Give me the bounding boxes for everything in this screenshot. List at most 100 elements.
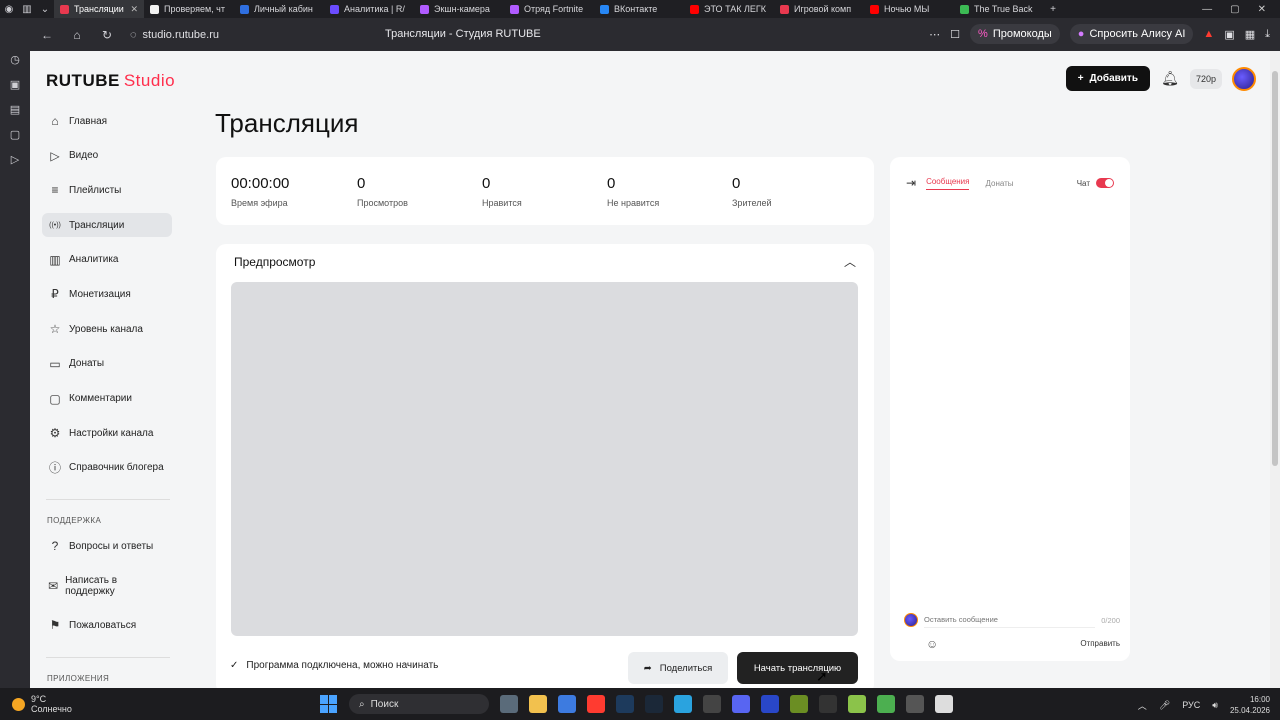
add-button[interactable]: + Добавить xyxy=(1065,66,1150,91)
minecraft-icon[interactable] xyxy=(877,695,895,713)
play-icon[interactable]: ▷ xyxy=(11,153,19,166)
extensions-icon[interactable]: ▦ xyxy=(1245,28,1255,41)
tab-donations[interactable]: Донаты xyxy=(985,179,1013,188)
url-field[interactable]: ◌ studio.rutube.ru xyxy=(130,29,219,41)
notes-icon[interactable] xyxy=(848,695,866,713)
explorer-icon[interactable] xyxy=(529,695,547,713)
close-tab-icon[interactable]: ✕ xyxy=(130,4,138,15)
steam-icon[interactable] xyxy=(645,695,663,713)
browser-tab[interactable]: Ночью МЫ xyxy=(864,0,954,18)
promo-button[interactable]: % Промокоды xyxy=(970,24,1060,44)
yandex-browser-icon[interactable] xyxy=(587,695,605,713)
emoji-icon[interactable]: ☺ xyxy=(926,637,938,651)
clock[interactable]: 16:00 25.04.2026 xyxy=(1230,694,1270,716)
avatar[interactable] xyxy=(1232,66,1256,91)
stat-item: 0 Нравится xyxy=(482,175,522,208)
minimize-icon[interactable]: — xyxy=(1202,4,1212,15)
collapse-chat-icon[interactable]: ⇥ xyxy=(906,176,916,190)
sidebar-item-label: Комментарии xyxy=(69,393,132,404)
history-icon[interactable]: ◷ xyxy=(10,53,20,66)
tab-list-icon[interactable]: ⌄ xyxy=(36,0,54,18)
panel-app-icon[interactable]: ▣ xyxy=(10,78,20,91)
taskbar-search[interactable]: ⌕ Поиск xyxy=(349,694,489,714)
volume-icon[interactable]: 🔊︎ xyxy=(1212,700,1218,711)
chevron-up-icon[interactable]: ︿ xyxy=(844,253,856,270)
language-indicator[interactable]: РУС xyxy=(1182,700,1200,710)
sidebar-item-3[interactable]: ((•)) Трансляции xyxy=(42,213,172,238)
sidebar-item-7[interactable]: ▭ Донаты xyxy=(42,352,172,376)
browser-tab[interactable]: Трансляции ✕ xyxy=(54,0,144,18)
browser-tab[interactable]: Проверяем, чт xyxy=(144,0,234,18)
stat-value: 0 xyxy=(357,175,366,192)
sidebar-item-2[interactable]: ⚑ Пожаловаться xyxy=(42,613,172,637)
bell-icon[interactable]: 🔔︎ xyxy=(1160,70,1180,87)
chat-message-input[interactable] xyxy=(924,612,1096,628)
app-icon[interactable] xyxy=(790,695,808,713)
sidebar-item-1[interactable]: ✉ Написать в поддержку xyxy=(42,569,132,603)
promo-label: Промокоды xyxy=(992,28,1052,40)
browser-tab[interactable]: ЭТО ТАК ЛЕГК xyxy=(684,0,774,18)
favicon-icon xyxy=(690,4,699,14)
sidebar-item-8[interactable]: ▢ Комментарии xyxy=(42,387,172,411)
sidebar-toggle-icon[interactable]: ▥ xyxy=(18,0,36,18)
sidebar-item-label: Трансляции xyxy=(69,219,125,231)
extension-icon[interactable]: ▲ xyxy=(1203,28,1214,40)
start-stream-button[interactable]: Начать трансляцию xyxy=(737,652,858,684)
bookmark-icon[interactable]: ☐ xyxy=(950,28,960,41)
tray-chevron-icon[interactable]: ︿ xyxy=(1138,699,1147,712)
maximize-icon[interactable]: ▢ xyxy=(1230,4,1239,15)
sidebar-item-1[interactable]: ▷ Видео xyxy=(42,144,172,168)
stat-value: 00:00:00 xyxy=(231,175,290,192)
sidebar-item-4[interactable]: ▥ Аналитика xyxy=(42,248,172,272)
share-button[interactable]: ➦ Поделиться xyxy=(628,652,728,684)
new-tab-icon[interactable]: + xyxy=(1044,0,1062,18)
browser-tab[interactable]: Отряд Fortnite xyxy=(504,0,594,18)
task-view-icon[interactable] xyxy=(500,695,518,713)
paint-icon[interactable] xyxy=(935,695,953,713)
screenshot-icon[interactable]: ▤ xyxy=(10,103,20,116)
sidebar-item-0[interactable]: ? Вопросы и ответы xyxy=(42,534,172,558)
sidebar-item-9[interactable]: ⚙ Настройки канала xyxy=(42,421,172,445)
terminal-icon[interactable] xyxy=(906,695,924,713)
browser-tab[interactable]: The True Back xyxy=(954,0,1044,18)
mic-icon[interactable]: 🎤︎ xyxy=(1159,700,1170,711)
browser-tab[interactable]: Игровой комп xyxy=(774,0,864,18)
stats-card: 00:00:00 Время эфира 0 Просмотров 0 Нравится 0… xyxy=(216,157,874,225)
sidebar-item-5[interactable]: ₽ Монетизация xyxy=(42,282,172,306)
telegram-icon[interactable] xyxy=(674,695,692,713)
discord-icon[interactable] xyxy=(732,695,750,713)
site-info-icon[interactable]: ◌ xyxy=(130,29,137,41)
tab-messages[interactable]: Сообщения xyxy=(926,177,970,190)
sidebar-item-6[interactable]: ☆ Уровень канала xyxy=(42,317,172,341)
more-icon[interactable]: ⋯ xyxy=(929,28,940,41)
browser-tab[interactable]: Аналитика | R/ xyxy=(324,0,414,18)
epic-icon[interactable] xyxy=(819,695,837,713)
rutube-studio-logo[interactable]: RUTUBE Studio xyxy=(46,71,175,91)
reload-icon[interactable]: ↻ xyxy=(92,28,122,42)
photoshop-icon[interactable] xyxy=(616,695,634,713)
weather-widget[interactable]: 9°C Солнечно xyxy=(0,694,240,714)
sidebar-item-0[interactable]: ⌂ Главная xyxy=(42,109,172,133)
favicon-icon xyxy=(870,4,879,14)
browser-tab[interactable]: Личный кабин xyxy=(234,0,324,18)
v-app-icon[interactable] xyxy=(761,695,779,713)
chat-toggle[interactable] xyxy=(1096,178,1114,188)
browser-menu-icon[interactable]: ◉ xyxy=(0,0,18,18)
alice-button[interactable]: ● Спросить Алису AI xyxy=(1069,24,1194,44)
browser-tab[interactable]: Экшн-камера xyxy=(414,0,504,18)
home-icon[interactable]: ⌂ xyxy=(62,28,92,42)
page-scrollbar[interactable] xyxy=(1270,51,1280,688)
close-window-icon[interactable]: ✕ xyxy=(1258,4,1266,15)
sidebar-item-10[interactable]: ⓘ Справочник блогера xyxy=(42,456,172,480)
collections-icon[interactable]: ▣ xyxy=(1224,28,1234,41)
download-icon[interactable]: ⤓ xyxy=(1265,28,1270,41)
back-icon[interactable]: ← xyxy=(32,28,62,42)
send-button[interactable]: Отправить xyxy=(1080,639,1120,648)
panel-window-icon[interactable]: ▢ xyxy=(10,128,20,141)
browser-tab[interactable]: ВКонтакте xyxy=(594,0,684,18)
obs-icon[interactable] xyxy=(703,695,721,713)
sidebar-item-2[interactable]: ≡ Плейлисты xyxy=(42,178,172,202)
start-icon[interactable] xyxy=(320,695,338,713)
store-icon[interactable] xyxy=(558,695,576,713)
quality-badge[interactable]: 720p xyxy=(1189,68,1222,89)
